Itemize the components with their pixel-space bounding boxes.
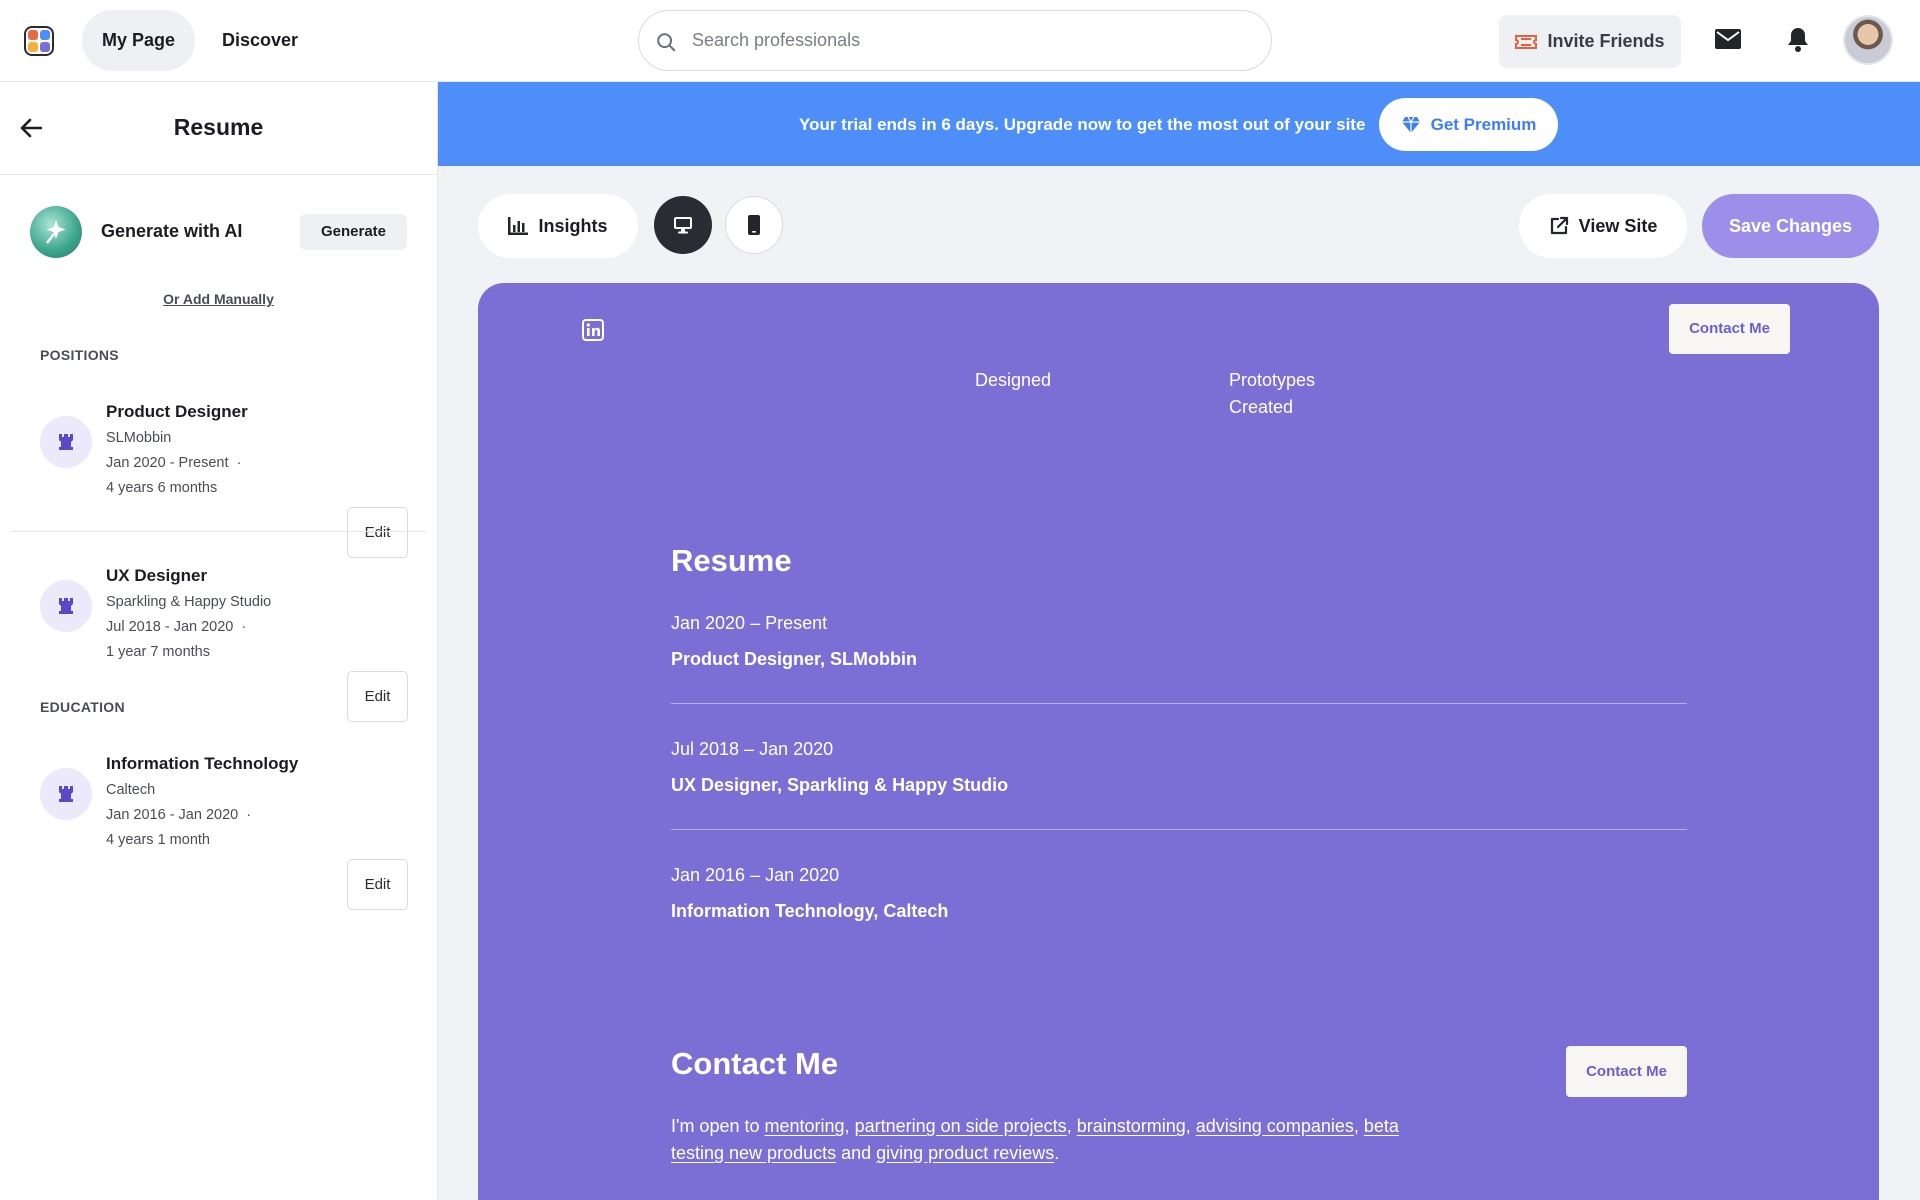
user-avatar[interactable] xyxy=(1843,15,1893,65)
resume-item-divider xyxy=(671,703,1687,704)
topic-link-product-reviews[interactable]: giving product reviews xyxy=(876,1143,1054,1163)
resume-section-heading: Resume xyxy=(671,543,792,578)
external-link-icon xyxy=(1550,216,1568,235)
nav-tab-discover[interactable]: Discover xyxy=(202,10,318,71)
edit-position-button[interactable]: Edit xyxy=(347,671,408,722)
get-premium-button[interactable]: Get Premium xyxy=(1379,98,1558,151)
topic-link-advising[interactable]: advising companies xyxy=(1196,1116,1354,1136)
desktop-preview-toggle[interactable] xyxy=(654,196,712,254)
position-duration: 4 years 6 months xyxy=(106,480,218,496)
app-logo-icon[interactable] xyxy=(24,26,54,56)
education-duration: 4 years 1 month xyxy=(106,832,210,848)
rook-icon xyxy=(40,580,92,632)
invite-friends-label: Invite Friends xyxy=(1547,31,1665,51)
mobile-preview-toggle[interactable] xyxy=(725,196,783,254)
sidebar-title: Resume xyxy=(173,114,264,140)
position-company: Sparkling & Happy Studio xyxy=(106,594,272,610)
position-entry: Product Designer SLMobbin Jan 2020 - Pre… xyxy=(0,392,437,558)
search-input[interactable] xyxy=(692,11,1252,70)
insights-label: Insights xyxy=(538,215,608,236)
save-changes-button[interactable]: Save Changes xyxy=(1702,194,1879,258)
position-title: UX Designer xyxy=(106,566,208,585)
search-bar xyxy=(638,10,1272,71)
topic-link-side-projects[interactable]: partnering on side projects xyxy=(855,1116,1067,1136)
position-dates: Jul 2018 - Jan 2020 · xyxy=(106,619,247,635)
resume-sidebar: Resume Generate with AI Generate Or Add … xyxy=(0,82,438,1200)
contact-me-header-button[interactable]: Contact Me xyxy=(1669,304,1790,354)
position-dates: Jan 2020 - Present · xyxy=(106,455,242,471)
position-duration: 1 year 7 months xyxy=(106,644,210,660)
education-dates: Jan 2016 - Jan 2020 · xyxy=(106,807,252,823)
resume-item-role: UX Designer, Sparkling & Happy Studio xyxy=(671,775,1009,795)
resume-item-dates: Jan 2020 – Present xyxy=(671,613,828,633)
education-section-label: EDUCATION xyxy=(40,699,125,715)
trial-banner: Your trial ends in 6 days. Upgrade now t… xyxy=(438,82,1920,166)
generate-button[interactable]: Generate xyxy=(300,214,407,250)
contact-intro-text: I'm open to mentoring, partnering on sid… xyxy=(671,1116,1399,1163)
stat-designed-label: Designed xyxy=(975,370,1052,390)
desktop-icon xyxy=(674,217,692,234)
add-manually-link[interactable]: Or Add Manually xyxy=(0,291,437,307)
positions-section-label: POSITIONS xyxy=(40,347,119,363)
topic-link-brainstorming[interactable]: brainstorming xyxy=(1077,1116,1186,1136)
invite-friends-button[interactable]: Invite Friends xyxy=(1499,15,1681,68)
contact-section-heading: Contact Me xyxy=(671,1046,839,1081)
trial-banner-text: Your trial ends in 6 days. Upgrade now t… xyxy=(799,115,1366,134)
search-icon xyxy=(657,33,676,52)
bar-chart-icon xyxy=(508,217,529,235)
topic-link-mentoring[interactable]: mentoring xyxy=(765,1116,845,1136)
generate-with-ai-label: Generate with AI xyxy=(101,221,243,241)
mobile-icon xyxy=(748,215,760,235)
position-title: Product Designer xyxy=(106,402,248,421)
stat-prototypes-label: Prototypes Created xyxy=(1229,370,1316,417)
education-entry: Information Technology Caltech Jan 2016 … xyxy=(0,744,437,910)
nav-tab-my-page[interactable]: My Page xyxy=(82,10,196,71)
edit-education-button[interactable]: Edit xyxy=(347,859,408,910)
mail-icon[interactable] xyxy=(1715,29,1741,49)
resume-item-dates: Jul 2018 – Jan 2020 xyxy=(671,739,834,759)
resume-item-dates: Jan 2016 – Jan 2020 xyxy=(671,865,840,885)
position-company: SLMobbin xyxy=(106,430,172,446)
insights-button[interactable]: Insights xyxy=(478,194,638,258)
view-site-label: View Site xyxy=(1578,215,1658,236)
rook-icon xyxy=(40,416,92,468)
entry-divider xyxy=(10,531,427,532)
site-preview-card: Contact Me Designed Prototypes Created R… xyxy=(478,283,1879,1200)
view-site-button[interactable]: View Site xyxy=(1519,194,1687,258)
diamond-icon xyxy=(1401,116,1420,133)
education-title: Information Technology xyxy=(106,754,299,773)
edit-position-button[interactable]: Edit xyxy=(347,507,408,558)
resume-item-role: Information Technology, Caltech xyxy=(671,901,949,921)
ai-wand-icon xyxy=(30,206,82,258)
bell-icon[interactable] xyxy=(1786,26,1810,53)
linkedin-icon[interactable] xyxy=(582,319,604,341)
ticket-icon xyxy=(1515,34,1538,49)
sidebar-header: Resume xyxy=(0,82,437,175)
top-navbar: My Page Discover Invite Friends xyxy=(0,0,1920,82)
resume-item-divider xyxy=(671,829,1687,830)
position-entry: UX Designer Sparkling & Happy Studio Jul… xyxy=(0,556,437,722)
education-school: Caltech xyxy=(106,782,156,798)
rook-icon xyxy=(40,768,92,820)
contact-me-section-button[interactable]: Contact Me xyxy=(1566,1046,1687,1097)
get-premium-label: Get Premium xyxy=(1430,114,1537,134)
resume-item-role: Product Designer, SLMobbin xyxy=(671,649,918,669)
